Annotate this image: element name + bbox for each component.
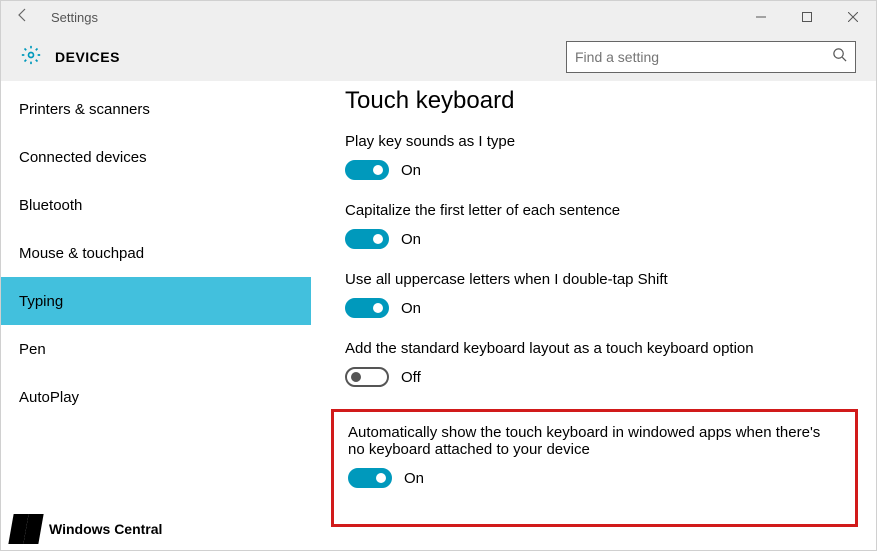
toggle-row: On bbox=[345, 229, 848, 249]
sidebar-item-label: Pen bbox=[19, 341, 46, 358]
header: DEVICES bbox=[1, 33, 876, 81]
toggle-state-label: On bbox=[401, 231, 421, 248]
sidebar-item-label: Bluetooth bbox=[19, 197, 82, 214]
window-title: Settings bbox=[51, 10, 98, 25]
highlight-box: Automatically show the touch keyboard in… bbox=[331, 409, 858, 527]
toggle-switch[interactable] bbox=[348, 468, 392, 488]
search-box[interactable] bbox=[566, 41, 856, 73]
window-controls bbox=[738, 1, 876, 33]
minimize-button[interactable] bbox=[738, 1, 784, 33]
sidebar-item-printers-scanners[interactable]: Printers & scanners bbox=[1, 85, 311, 133]
setting-label: Capitalize the first letter of each sent… bbox=[345, 202, 848, 219]
toggle-row: On bbox=[345, 160, 848, 180]
sidebar: Printers & scanners Connected devices Blue… bbox=[1, 81, 311, 550]
back-button[interactable] bbox=[7, 7, 39, 28]
toggle-switch[interactable] bbox=[345, 298, 389, 318]
toggle-state-label: On bbox=[401, 300, 421, 317]
close-button[interactable] bbox=[830, 1, 876, 33]
sidebar-item-mouse-touchpad[interactable]: Mouse & touchpad bbox=[1, 229, 311, 277]
sidebar-item-autoplay[interactable]: AutoPlay bbox=[1, 373, 311, 421]
sidebar-item-connected-devices[interactable]: Connected devices bbox=[1, 133, 311, 181]
toggle-state-label: Off bbox=[401, 369, 421, 386]
setting-label: Play key sounds as I type bbox=[345, 133, 848, 150]
setting-row: Automatically show the touch keyboard in… bbox=[348, 424, 837, 488]
setting-label: Use all uppercase letters when I double-… bbox=[345, 271, 848, 288]
toggle-knob bbox=[373, 234, 383, 244]
toggle-switch[interactable] bbox=[345, 367, 389, 387]
gear-icon bbox=[21, 45, 41, 70]
content: Touch keyboard Play key sounds as I type… bbox=[311, 81, 876, 550]
setting-label: Automatically show the touch keyboard in… bbox=[348, 424, 837, 458]
search-icon bbox=[832, 47, 847, 67]
toggle-switch[interactable] bbox=[345, 160, 389, 180]
toggle-knob bbox=[373, 303, 383, 313]
titlebar: Settings bbox=[1, 1, 876, 33]
toggle-knob bbox=[351, 372, 361, 382]
setting-row: Add the standard keyboard layout as a to… bbox=[345, 340, 848, 387]
section-title: DEVICES bbox=[55, 49, 120, 65]
toggle-row: Off bbox=[345, 367, 848, 387]
setting-label: Add the standard keyboard layout as a to… bbox=[345, 340, 848, 357]
windows-logo-icon bbox=[8, 514, 43, 544]
toggle-row: On bbox=[345, 298, 848, 318]
search-input[interactable] bbox=[575, 49, 832, 65]
toggle-row: On bbox=[348, 468, 837, 488]
toggle-state-label: On bbox=[401, 162, 421, 179]
watermark-text: Windows Central bbox=[49, 521, 162, 537]
setting-row: Use all uppercase letters when I double-… bbox=[345, 271, 848, 318]
setting-row: Capitalize the first letter of each sent… bbox=[345, 202, 848, 249]
sidebar-item-label: Connected devices bbox=[19, 149, 147, 166]
toggle-switch[interactable] bbox=[345, 229, 389, 249]
toggle-state-label: On bbox=[404, 470, 424, 487]
watermark: Windows Central bbox=[11, 514, 162, 544]
sidebar-item-label: Mouse & touchpad bbox=[19, 245, 144, 262]
toggle-knob bbox=[376, 473, 386, 483]
sidebar-item-label: Typing bbox=[19, 293, 63, 310]
settings-window: Settings DEVICES bbox=[0, 0, 877, 551]
sidebar-item-label: AutoPlay bbox=[19, 389, 79, 406]
setting-row: Play key sounds as I type On bbox=[345, 133, 848, 180]
maximize-button[interactable] bbox=[784, 1, 830, 33]
toggle-knob bbox=[373, 165, 383, 175]
sidebar-item-label: Printers & scanners bbox=[19, 101, 150, 118]
sidebar-item-bluetooth[interactable]: Bluetooth bbox=[1, 181, 311, 229]
sidebar-item-pen[interactable]: Pen bbox=[1, 325, 311, 373]
page-title: Touch keyboard bbox=[345, 87, 848, 115]
sidebar-item-typing[interactable]: Typing bbox=[1, 277, 311, 325]
